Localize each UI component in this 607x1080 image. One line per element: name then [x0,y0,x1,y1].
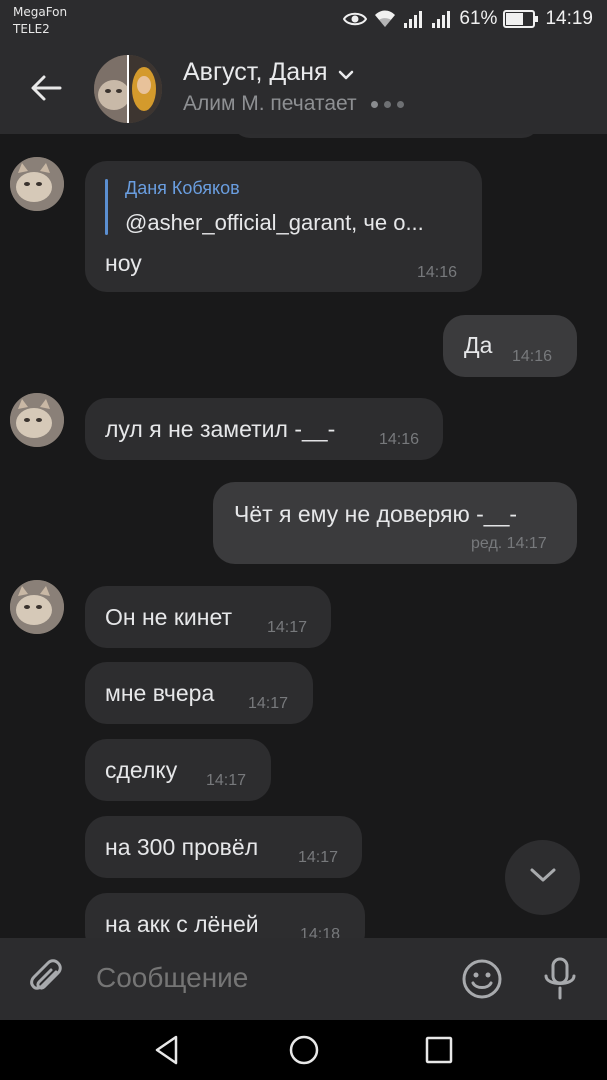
message-text: мне вчера [105,680,215,706]
message-text: Он не кинет [105,604,233,630]
message-input[interactable] [96,962,436,994]
smiley-icon [460,959,504,1005]
message-bubble[interactable]: сделку 14:17 [85,739,271,801]
message-time: 14:16 [379,431,420,448]
message-bubble[interactable]: мне вчера 14:17 [85,662,313,724]
status-bar: MegaFon TELE2 61% 14:19 [0,0,607,42]
typing-dots-icon [370,100,404,108]
signal-icon-1 [403,9,425,29]
message-time: 14:17 [298,849,339,866]
avatar[interactable] [10,157,64,211]
signal-icon-2 [431,9,453,29]
attach-button[interactable] [26,958,68,1005]
nav-recents-button[interactable] [424,1034,454,1071]
clock: 14:19 [545,8,593,29]
message-text: сделку [105,757,178,783]
wifi-icon [373,9,397,29]
message-time: 14:17 [206,772,247,789]
chat-title[interactable]: Август, Даня [183,58,354,87]
message-list[interactable]: Даня Кобяков @asher_official_garant, че … [0,134,607,938]
arrow-left-icon [30,74,62,107]
message-time: ред. 14:17 [471,535,547,552]
message-text: на 300 провёл [105,834,259,860]
microphone-icon [540,957,580,1006]
chevron-down-icon [529,867,557,888]
emoji-button[interactable] [460,957,504,1006]
reply-text: @asher_official_garant, че о... [125,210,424,235]
message-text: лул я не заметил -__- [105,416,336,442]
back-button[interactable] [22,66,70,114]
typing-status-text: Алим М. печатает [183,92,357,115]
reply-accent-bar [105,179,108,235]
message-bubble[interactable]: лул я не заметил -__- 14:16 [85,398,443,460]
square-recents-icon [424,1036,454,1070]
group-avatar[interactable] [94,55,162,123]
message-bubble[interactable]: Он не кинет 14:17 [85,586,331,648]
message-bubble-partial [232,134,540,138]
typing-status: Алим М. печатает [183,92,404,116]
circle-home-icon [288,1035,320,1070]
battery-percent: 61% [459,8,498,29]
message-bubble-outgoing[interactable]: Да 14:16 [443,315,577,377]
carrier-info: MegaFon TELE2 [13,4,67,38]
scroll-down-button[interactable] [505,840,580,915]
chat-title-text: Август, Даня [183,58,328,86]
voice-message-button[interactable] [540,956,580,1007]
nav-back-button[interactable] [152,1034,182,1071]
carrier-1: MegaFon [13,5,68,19]
paperclip-icon [26,959,68,1004]
battery-icon [503,10,539,28]
message-bubble[interactable]: Даня Кобяков @asher_official_garant, че … [85,161,482,292]
message-time: 14:18 [300,926,341,938]
message-text: Чёт я ему не доверяю -__- [234,501,518,527]
message-time: 14:16 [512,348,553,365]
message-bubble[interactable]: на 300 провёл 14:17 [85,816,362,878]
nav-home-button[interactable] [288,1034,320,1071]
message-time: 14:17 [267,619,308,636]
message-time: 14:16 [417,264,458,281]
avatar[interactable] [10,393,64,447]
message-bubble[interactable]: на акк с лёней 14:18 [85,893,365,938]
message-text: на акк с лёней [105,911,259,937]
message-text: ноу [105,250,142,276]
message-text: Да [464,332,493,358]
status-icons: 61% 14:19 [343,8,593,30]
reply-author: Даня Кобяков [125,178,240,198]
message-composer [0,938,607,1020]
chevron-down-icon [338,58,354,87]
message-bubble-outgoing[interactable]: Чёт я ему не доверяю -__- ред. 14:17 [213,482,577,564]
triangle-back-icon [152,1035,182,1070]
eye-icon [343,10,368,28]
message-time: 14:17 [248,695,289,712]
system-nav-bar [0,1020,607,1080]
avatar[interactable] [10,580,64,634]
chat-header: Август, Даня Алим М. печатает [0,42,607,134]
carrier-2: TELE2 [13,22,50,36]
